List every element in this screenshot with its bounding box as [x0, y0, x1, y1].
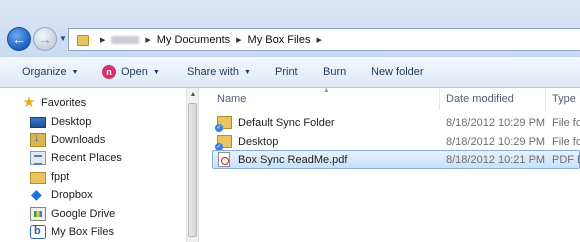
- file-name: Box Sync ReadMe.pdf: [238, 153, 348, 166]
- column-header-label: Type: [552, 93, 576, 105]
- file-type-cell: PDF D: [552, 153, 580, 166]
- sidebar-item-downloads[interactable]: Downloads: [30, 131, 105, 149]
- dropbox-icon: [30, 186, 46, 203]
- file-date-cell: 8/18/2012 10:29 PM: [446, 116, 546, 129]
- chevron-right-icon[interactable]: ▶: [100, 36, 105, 44]
- organize-button[interactable]: Organize ▼: [22, 61, 79, 83]
- sidebar-item-my-box-files[interactable]: My Box Files: [30, 223, 114, 241]
- share-with-label: Share with: [187, 66, 239, 78]
- column-header-label: Name: [217, 93, 247, 105]
- column-header-type[interactable]: Type: [552, 88, 576, 110]
- table-row-selected[interactable]: Box Sync ReadMe.pdf 8/18/2012 10:21 PM P…: [212, 150, 580, 169]
- print-button[interactable]: Print: [275, 61, 298, 83]
- sidebar-item-desktop[interactable]: Desktop: [30, 113, 91, 131]
- sidebar-item-label: Downloads: [51, 134, 106, 146]
- column-divider[interactable]: [545, 88, 546, 110]
- chevron-right-icon[interactable]: ▶: [145, 36, 150, 44]
- column-header-date-modified[interactable]: Date modified: [446, 88, 514, 110]
- back-button[interactable]: ←: [7, 27, 31, 51]
- file-name-cell: Default Sync Folder: [215, 113, 335, 132]
- sidebar-item-google-drive[interactable]: Google Drive: [30, 205, 115, 223]
- column-header-label: Date modified: [446, 93, 514, 105]
- chevron-down-icon: ▼: [152, 68, 160, 76]
- share-with-button[interactable]: Share with ▼: [187, 61, 251, 83]
- sidebar-item-dropbox[interactable]: Dropbox: [30, 186, 93, 204]
- burn-button[interactable]: Burn: [323, 61, 346, 83]
- navigation-pane: ★ Favorites Desktop Downloads Recent Pla…: [0, 88, 198, 242]
- breadcrumb-my-documents[interactable]: My Documents: [157, 34, 230, 46]
- breadcrumb-my-box-files[interactable]: My Box Files: [248, 34, 311, 46]
- star-icon: ★: [22, 94, 36, 111]
- redacted-user-crumb[interactable]: [111, 35, 140, 44]
- recent-pages-dropdown[interactable]: ▼: [59, 34, 67, 43]
- print-label: Print: [275, 66, 298, 78]
- sidebar-item-label: fppt: [51, 171, 70, 183]
- forward-button[interactable]: →: [33, 27, 57, 51]
- new-folder-label: New folder: [371, 66, 424, 78]
- chevron-right-icon[interactable]: ▶: [317, 36, 322, 44]
- table-row[interactable]: Default Sync Folder 8/18/2012 10:29 PM F…: [212, 113, 580, 132]
- box-icon: [30, 225, 46, 239]
- table-row[interactable]: Desktop 8/18/2012 10:29 PM File fo: [212, 132, 580, 151]
- file-type-cell: File fo: [552, 135, 580, 148]
- sidebar-item-fppt[interactable]: fppt: [30, 168, 69, 186]
- file-date-cell: 8/18/2012 10:29 PM: [446, 135, 546, 148]
- scroll-up-icon[interactable]: ▲: [188, 90, 198, 100]
- file-name: Desktop: [238, 135, 279, 148]
- forward-arrow-icon: →: [38, 31, 52, 47]
- open-button[interactable]: n Open ▼: [102, 61, 160, 83]
- file-name-cell: Desktop: [215, 132, 279, 151]
- file-type-cell: File fo: [552, 116, 580, 129]
- command-bar: Organize ▼ n Open ▼ Share with ▼ Print B…: [0, 56, 580, 88]
- sidebar-item-label: Recent Places: [51, 152, 122, 164]
- pane-splitter[interactable]: [198, 88, 210, 242]
- folder-icon: [30, 171, 46, 184]
- open-label: Open: [121, 66, 148, 78]
- new-folder-button[interactable]: New folder: [371, 61, 424, 83]
- sidebar-item-recent-places[interactable]: Recent Places: [30, 149, 122, 167]
- downloads-icon: [30, 132, 46, 147]
- desktop-icon: [30, 117, 46, 128]
- sidebar-item-label: My Box Files: [51, 226, 114, 238]
- chevron-down-icon: ▼: [71, 68, 79, 76]
- sidebar-item-label: Desktop: [51, 116, 92, 128]
- scrollbar-thumb[interactable]: [188, 103, 197, 237]
- breadcrumb: ▶ ▶ My Documents ▶ My Box Files ▶: [69, 29, 328, 50]
- address-field[interactable]: ▶ ▶ My Documents ▶ My Box Files ▶: [68, 28, 580, 51]
- google-drive-icon: [30, 207, 46, 221]
- file-list: ▲ Name Date modified Type Default Sync F…: [210, 87, 580, 242]
- column-header-name[interactable]: Name: [217, 88, 246, 110]
- column-divider[interactable]: [439, 88, 440, 110]
- favorites-label: Favorites: [41, 97, 87, 109]
- pdf-icon: [218, 152, 230, 167]
- address-bar-region: ← → ▼ ▶ ▶ My Documents ▶ My Box Files ▶: [0, 0, 580, 56]
- sort-ascending-icon: ▲: [323, 87, 330, 94]
- back-arrow-icon: ←: [12, 31, 26, 47]
- chevron-right-icon[interactable]: ▶: [236, 36, 241, 44]
- file-name: Default Sync Folder: [238, 116, 335, 129]
- synced-folder-icon: [215, 135, 232, 151]
- nav-pane-scrollbar[interactable]: ▲: [186, 88, 198, 242]
- chevron-down-icon: ▼: [243, 68, 251, 76]
- sidebar-item-label: Dropbox: [51, 189, 93, 201]
- nav-favorites[interactable]: ★ Favorites: [21, 94, 86, 112]
- file-date-cell: 8/18/2012 10:21 PM: [446, 153, 546, 166]
- synced-folder-icon: [215, 116, 232, 132]
- burn-label: Burn: [323, 66, 347, 78]
- folder-icon: [77, 33, 89, 47]
- sidebar-item-label: Google Drive: [51, 208, 116, 220]
- organize-label: Organize: [22, 66, 67, 78]
- file-name-cell: Box Sync ReadMe.pdf: [217, 150, 347, 169]
- open-app-icon: n: [102, 65, 116, 79]
- recent-places-icon: [30, 151, 46, 165]
